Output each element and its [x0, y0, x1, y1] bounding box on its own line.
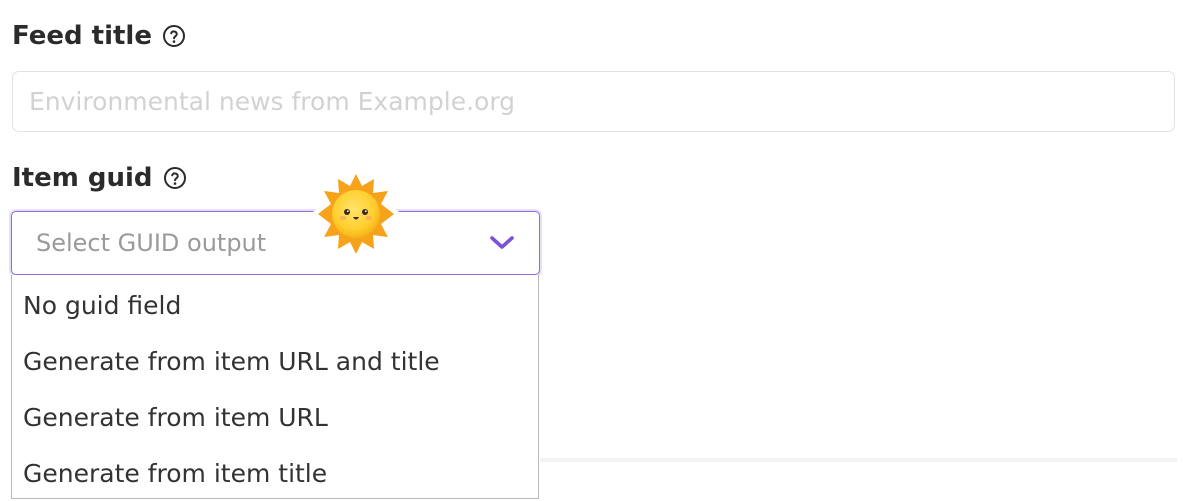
- item-guid-dropdown-menu: No guid field Generate from item URL and…: [11, 275, 539, 499]
- question-circle-icon[interactable]: [162, 24, 186, 48]
- feed-title-label: Feed title: [12, 21, 152, 51]
- section-divider: [540, 458, 1177, 462]
- item-guid-select[interactable]: Select GUID output: [11, 211, 540, 275]
- chevron-down-icon[interactable]: [489, 234, 515, 252]
- dropdown-option-no-guid[interactable]: No guid field: [12, 277, 538, 333]
- item-guid-label-row: Item guid: [12, 163, 187, 193]
- form-page: Feed title Item guid Select GUID output: [0, 0, 1198, 501]
- dropdown-option-url-and-title[interactable]: Generate from item URL and title: [12, 333, 538, 389]
- dropdown-option-url[interactable]: Generate from item URL: [12, 389, 538, 445]
- dropdown-option-title[interactable]: Generate from item title: [12, 445, 538, 501]
- item-guid-select-placeholder: Select GUID output: [36, 229, 267, 257]
- feed-title-label-row: Feed title: [12, 21, 186, 51]
- item-guid-label: Item guid: [12, 163, 153, 193]
- sun-sticker-icon: [308, 166, 404, 262]
- question-circle-icon[interactable]: [163, 166, 187, 190]
- feed-title-input[interactable]: [12, 71, 1175, 132]
